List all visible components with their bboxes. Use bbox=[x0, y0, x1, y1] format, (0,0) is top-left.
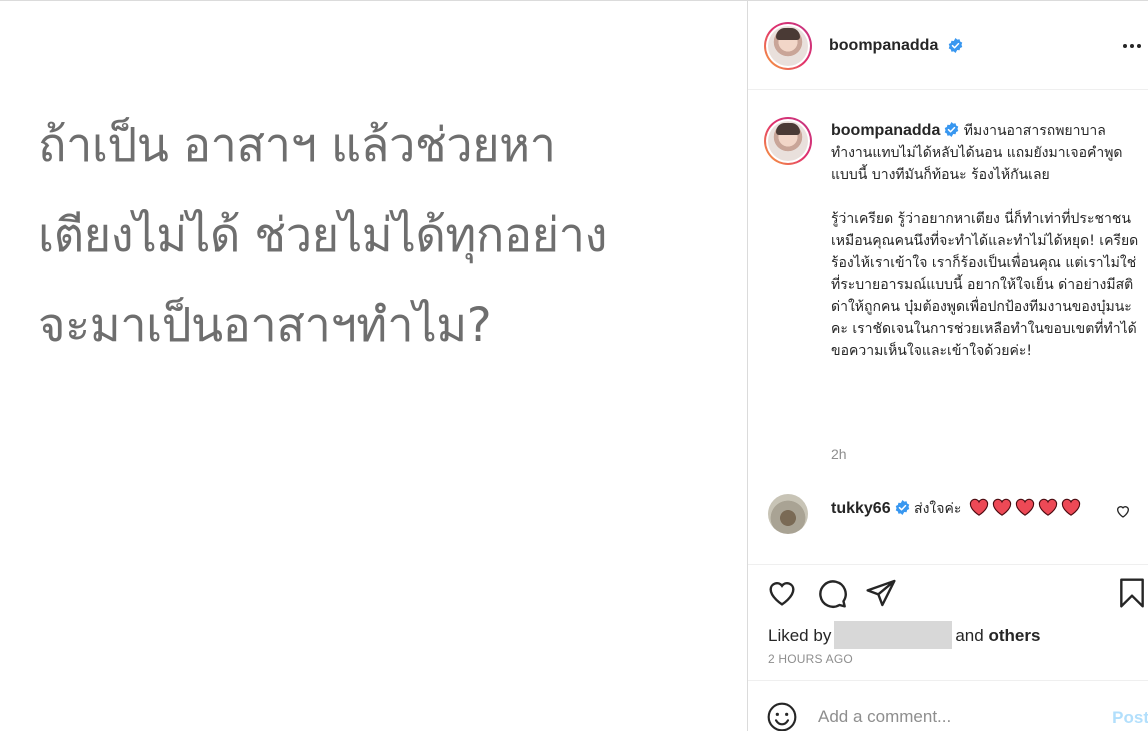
likes-others-link[interactable]: others bbox=[988, 626, 1040, 645]
heart-emojis bbox=[966, 498, 1081, 517]
add-comment-input[interactable] bbox=[818, 705, 1088, 729]
post-header: boompanadda bbox=[748, 1, 1148, 90]
red-heart-emoji-icon bbox=[992, 498, 1011, 516]
caption-text: boompanadda ทีมงานอาสารถพยาบาลทำงานแทบไม… bbox=[831, 120, 1141, 362]
post-details-panel: boompanadda boompanadda ทีมงานอาสารถพยาบ… bbox=[747, 1, 1148, 731]
verified-badge-icon bbox=[945, 122, 959, 137]
comment-bubble-icon[interactable] bbox=[816, 577, 848, 609]
comment-text: tukky66 ส่งใจค่ะ bbox=[831, 497, 1096, 521]
caption-paragraph-2: รู้ว่าเครียด รู้ว่าอยากหาเตียง นี่ก็ทำเท… bbox=[831, 211, 1139, 359]
red-heart-emoji-icon bbox=[969, 498, 988, 516]
comment-like-heart-icon[interactable] bbox=[1115, 503, 1131, 519]
save-bookmark-icon[interactable] bbox=[1116, 577, 1148, 609]
post-time[interactable]: 2 HOURS AGO bbox=[768, 652, 853, 666]
post-image-text: ถ้าเป็น อาสาฯ แล้วช่วยหา เตียงไม่ได้ ช่ว… bbox=[38, 101, 738, 371]
likes-summary: Liked by and others bbox=[768, 621, 1040, 649]
comment-body: ส่งใจค่ะ bbox=[914, 501, 962, 517]
more-options-icon[interactable] bbox=[1121, 37, 1143, 55]
action-bar-divider bbox=[748, 564, 1148, 566]
likes-connector: and bbox=[955, 626, 984, 645]
verified-badge-icon bbox=[895, 500, 909, 515]
caption-avatar[interactable] bbox=[764, 117, 812, 165]
red-heart-emoji-icon bbox=[1015, 498, 1034, 516]
verified-badge-icon bbox=[948, 38, 963, 53]
commenter-avatar[interactable] bbox=[768, 494, 808, 534]
add-comment-bar: Post bbox=[748, 680, 1148, 731]
emoji-smiley-icon[interactable] bbox=[766, 701, 798, 731]
redacted-username bbox=[834, 621, 953, 649]
caption-username[interactable]: boompanadda bbox=[831, 122, 940, 139]
caption-timestamp[interactable]: 2h bbox=[831, 446, 847, 462]
liked-by-label: Liked by bbox=[768, 626, 832, 645]
share-paper-plane-icon[interactable] bbox=[865, 577, 897, 609]
author-username[interactable]: boompanadda bbox=[829, 37, 938, 55]
comment-row: tukky66 ส่งใจค่ะ bbox=[748, 491, 1148, 551]
author-avatar[interactable] bbox=[764, 22, 812, 70]
image-text-line-2: เตียงไม่ได้ ช่วยไม่ได้ทุกอย่าง bbox=[38, 208, 607, 263]
red-heart-emoji-icon bbox=[1061, 498, 1080, 516]
post-comment-button[interactable]: Post bbox=[1112, 708, 1148, 728]
image-text-line-1: ถ้าเป็น อาสาฯ แล้วช่วยหา bbox=[38, 118, 556, 173]
red-heart-emoji-icon bbox=[1038, 498, 1057, 516]
like-heart-icon[interactable] bbox=[766, 577, 798, 609]
commenter-username[interactable]: tukky66 bbox=[831, 500, 891, 517]
image-text-line-3: จะมาเป็นอาสาฯทำไม? bbox=[38, 298, 492, 353]
post-image[interactable]: ถ้าเป็น อาสาฯ แล้วช่วยหา เตียงไม่ได้ ช่ว… bbox=[0, 1, 747, 731]
caption: boompanadda ทีมงานอาสารถพยาบาลทำงานแทบไม… bbox=[748, 90, 1148, 470]
